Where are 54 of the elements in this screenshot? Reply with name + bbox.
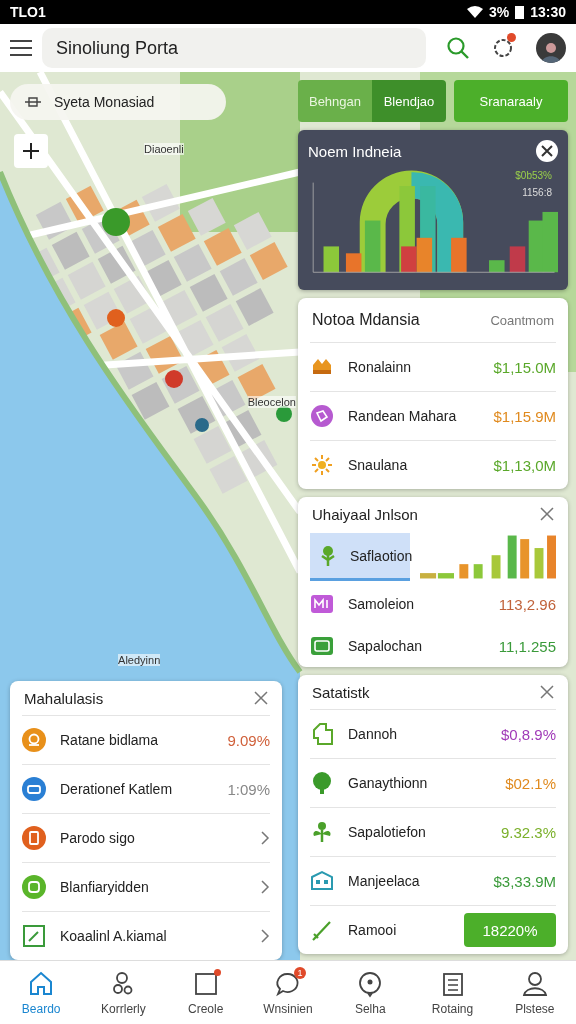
carrier-text: TLO1 — [10, 4, 46, 20]
nav-tab[interactable]: Beardo — [0, 961, 83, 1024]
item-label[interactable]: Randean Mahara — [348, 408, 480, 424]
value-text: $1,15.9M — [493, 407, 556, 425]
card-title: Satatistk — [312, 683, 370, 701]
item-label[interactable]: Sapalotiefon — [348, 824, 487, 840]
clock-text: 13:30 — [530, 4, 566, 20]
nav-tab[interactable]: Creole — [164, 961, 247, 1024]
value-text: 113,2.96 — [498, 595, 556, 613]
nav-tab[interactable]: Rotaing — [411, 961, 494, 1024]
map-search-field[interactable]: Syeta Monasiad — [10, 84, 226, 120]
search-text: Syeta Monasiad — [54, 94, 155, 110]
item-label[interactable]: Snaulana — [348, 457, 480, 473]
item-label[interactable]: Ramooi — [348, 922, 450, 938]
value-text: 11,1.255 — [498, 637, 556, 655]
notification-badge: 1 — [294, 967, 306, 979]
item-label[interactable]: Ronalainn — [348, 359, 480, 375]
item-label[interactable]: Derationef Katlem — [60, 781, 214, 797]
nav-tab[interactable]: Plstese — [493, 961, 576, 1024]
item-label[interactable]: Dannoh — [348, 726, 487, 742]
value-text: 9.32.3% — [500, 823, 556, 841]
value-text: 1:09% — [227, 780, 270, 798]
map-label: Bleocelon — [247, 396, 296, 409]
item-label[interactable]: Koaalinl A.kiamal — [60, 928, 246, 944]
value-text: 9.09% — [227, 731, 270, 749]
item-label[interactable]: Ganaythionn — [348, 775, 492, 791]
value-text: $1,13,0M — [493, 456, 556, 474]
value-text: $0,8.9% — [500, 725, 556, 743]
selected-item[interactable]: Saflaotion — [310, 533, 410, 581]
item-label[interactable]: Samoleion — [348, 596, 485, 612]
segment-tab[interactable]: Blendjao — [372, 80, 446, 122]
card-title: Noem Indneia — [308, 142, 402, 160]
map-label: Aledyinn — [118, 653, 161, 666]
value-text: $3,33.9M — [493, 872, 556, 890]
chart-readout: 1156:8 — [522, 187, 552, 198]
item-label[interactable]: Parodo sigo — [60, 830, 246, 846]
battery-percent: 3% — [488, 4, 510, 20]
nav-tab[interactable]: 1 Wnsinien — [246, 961, 330, 1024]
map-label: Diaoenli — [144, 143, 184, 156]
card-title: Uhaiyaal Jnlson — [312, 505, 418, 523]
item-label[interactable]: Manjeelaca — [348, 873, 480, 889]
card-title: Mahalulasis — [24, 689, 104, 707]
item-label[interactable]: Sapalochan — [348, 638, 485, 654]
nav-tab[interactable]: Korrlerly — [82, 961, 165, 1024]
item-label[interactable]: Ratane bidlama — [60, 732, 214, 748]
card-title: Notoa Mdansia — [312, 311, 420, 329]
item-label: Saflaotion — [350, 547, 413, 564]
chart-readout: $0b53% — [515, 170, 552, 181]
value-text: $1,15.0M — [493, 358, 556, 376]
card-action-link[interactable]: Coantmom — [490, 312, 554, 328]
search-field[interactable]: Sinoliung Porta — [42, 28, 426, 68]
item-label[interactable]: Blanfiaryidden — [60, 879, 246, 895]
nav-tab[interactable]: Selha — [329, 961, 412, 1024]
value-text: $02.1% — [505, 774, 556, 792]
